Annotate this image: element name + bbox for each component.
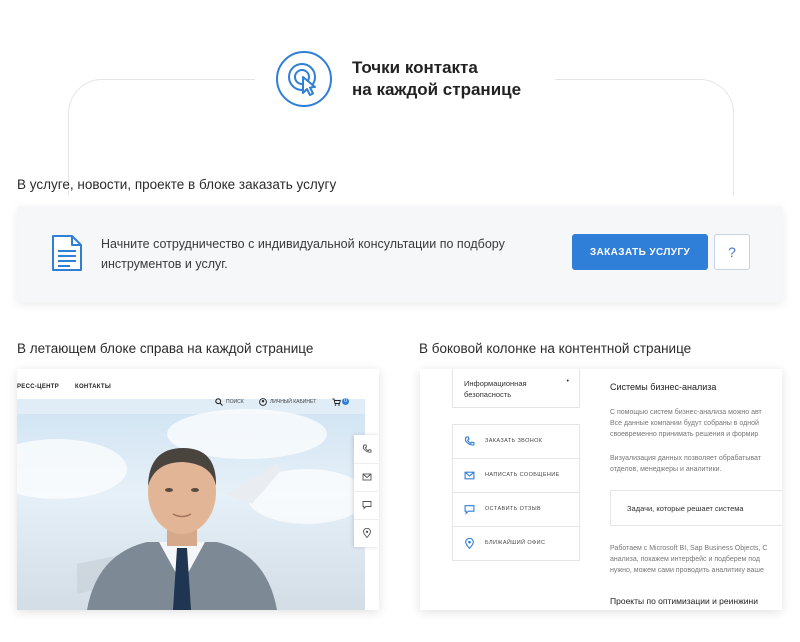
floating-phone-button[interactable] xyxy=(354,435,379,464)
contact-item-office[interactable]: БЛИЖАЙШИЙ ОФИС xyxy=(453,527,579,560)
location-pin-icon xyxy=(363,528,371,538)
chat-icon xyxy=(464,505,475,515)
sidebar-screenshot: Информационная безопасность • ЗАКАЗАТЬ З… xyxy=(420,369,782,610)
contact-item-label: БЛИЖАЙШИЙ ОФИС xyxy=(485,540,546,546)
page-title-line2: на каждой странице xyxy=(352,80,522,99)
mail-icon xyxy=(464,471,475,480)
tasks-accordion-label: Задачи, которые решает система xyxy=(627,504,744,513)
help-button[interactable]: ? xyxy=(714,234,750,270)
phone-icon xyxy=(362,444,372,453)
sidebar-menu-item[interactable]: Информационная безопасность • xyxy=(452,369,580,408)
search-icon[interactable] xyxy=(215,398,223,406)
content-line: анализа, покажем интерфейс и подберем по… xyxy=(610,556,760,563)
cart-icon[interactable] xyxy=(332,398,341,406)
contact-item-label: ОСТАВИТЬ ОТЗЫВ xyxy=(485,506,542,512)
sidebar-menu-label: Информационная безопасность xyxy=(464,379,527,399)
mail-icon xyxy=(362,473,372,481)
cart-count-badge: 0 xyxy=(342,398,349,405)
location-pin-icon xyxy=(465,538,474,549)
floating-chat-button[interactable] xyxy=(354,491,379,520)
section-label-service: В услуге, новости, проекте в блоке заказ… xyxy=(17,177,337,192)
user-icon[interactable] xyxy=(259,398,267,406)
floating-mail-button[interactable] xyxy=(354,463,379,492)
content-paragraph-1: С помощью систем бизнес-анализа можно ав… xyxy=(610,407,782,440)
content-line: Работаем с Microsoft BI, Sap Business Ob… xyxy=(610,545,768,552)
floating-block-screenshot: РЕСС-ЦЕНТР КОНТАКТЫ ПОИСК ЛИЧНЫЙ КАБИНЕТ… xyxy=(17,369,379,610)
content-paragraph-2: Визуализация данных позволяет обрабатыва… xyxy=(610,453,782,475)
nav-contacts[interactable]: КОНТАКТЫ xyxy=(75,384,111,390)
floating-location-button[interactable] xyxy=(354,519,379,547)
businessman-photo xyxy=(77,448,282,610)
phone-icon xyxy=(464,436,475,446)
contact-item-review[interactable]: ОСТАВИТЬ ОТЗЫВ xyxy=(453,493,579,527)
document-icon xyxy=(52,235,82,271)
tasks-accordion[interactable]: Задачи, которые решает система xyxy=(610,490,782,526)
content-line: Все данные компании будут собраны в одно… xyxy=(610,420,759,427)
sidebar-contact-list: ЗАКАЗАТЬ ЗВОНОК НАПИСАТЬ СООБЩЕНИЕ ОСТАВ… xyxy=(452,424,580,561)
contact-item-label: НАПИСАТЬ СООБЩЕНИЕ xyxy=(485,472,560,478)
order-card-text: Начните сотрудничество с индивидуальной … xyxy=(101,237,505,271)
nav-search[interactable]: ПОИСК xyxy=(226,399,244,405)
content-line: Визуализация данных позволяет обрабатыва… xyxy=(610,455,761,462)
nav-cabinet[interactable]: ЛИЧНЫЙ КАБИНЕТ xyxy=(270,399,316,405)
sidebar-menu-dot: • xyxy=(566,378,569,385)
order-service-button[interactable]: ЗАКАЗАТЬ УСЛУГУ xyxy=(572,234,708,270)
content-line: С помощью систем бизнес-анализа можно ав… xyxy=(610,409,762,416)
contact-item-label: ЗАКАЗАТЬ ЗВОНОК xyxy=(485,438,543,444)
page-title: Точки контакта на каждой странице xyxy=(352,57,521,101)
content-line: нужно, можем сами проводить аналитику ва… xyxy=(610,567,764,574)
contact-item-call[interactable]: ЗАКАЗАТЬ ЗВОНОК xyxy=(453,425,579,459)
order-service-card: Начните сотрудничество с индивидуальной … xyxy=(17,206,783,302)
content-paragraph-3: Работаем с Microsoft BI, Sap Business Ob… xyxy=(610,543,782,576)
section-label-sidebar: В боковой колонке на контентной странице xyxy=(419,341,692,356)
contact-item-message[interactable]: НАПИСАТЬ СООБЩЕНИЕ xyxy=(453,459,579,493)
page-title-line1: Точки контакта xyxy=(352,58,478,77)
cursor-click-icon xyxy=(276,51,332,107)
content-line: отделов, менеджеры и аналитики. xyxy=(610,466,722,473)
section-label-floating: В летающем блоке справа на каждой страни… xyxy=(17,341,314,356)
content-subtitle: Проекты по оптимизации и реинжини xyxy=(610,596,758,606)
floating-contact-panel xyxy=(354,435,379,547)
nav-press-center[interactable]: РЕСС-ЦЕНТР xyxy=(17,384,59,390)
content-title: Системы бизнес-анализа xyxy=(610,382,717,392)
content-line: своевременно принимать решения и формир xyxy=(610,431,759,438)
chat-icon xyxy=(362,501,372,510)
